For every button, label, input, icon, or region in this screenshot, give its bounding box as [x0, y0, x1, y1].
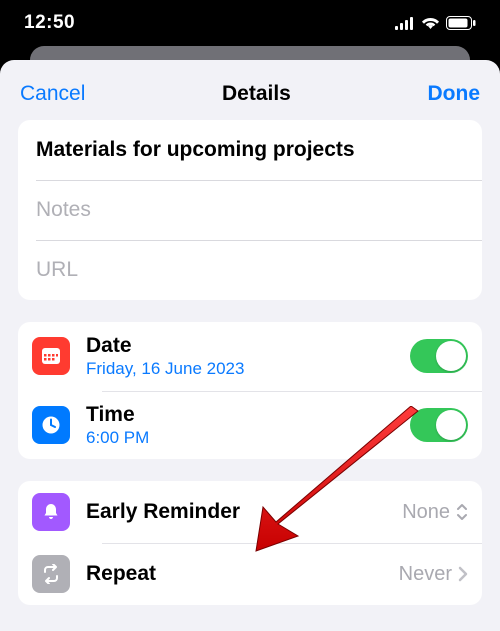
url-field[interactable]: URL — [18, 240, 482, 300]
signal-icon — [395, 17, 415, 30]
text-fields-group: Materials for upcoming projects Notes UR… — [18, 120, 482, 300]
time-row[interactable]: Time 6:00 PM — [18, 391, 482, 460]
repeat-label: Repeat — [86, 562, 399, 586]
options-group: Early Reminder None Repeat Never — [18, 481, 482, 605]
clock-icon — [32, 406, 70, 444]
repeat-row[interactable]: Repeat Never — [18, 543, 482, 605]
repeat-icon — [32, 555, 70, 593]
details-sheet: Cancel Details Done Materials for upcomi… — [0, 60, 500, 631]
date-row[interactable]: Date Friday, 16 June 2023 — [18, 322, 482, 391]
early-reminder-label: Early Reminder — [86, 500, 402, 524]
battery-icon — [446, 16, 476, 30]
time-toggle[interactable] — [410, 408, 468, 442]
status-icons — [395, 16, 476, 30]
early-reminder-value: None — [402, 501, 450, 524]
cancel-button[interactable]: Cancel — [20, 82, 85, 106]
chevron-right-icon — [458, 566, 468, 582]
date-label: Date — [86, 334, 410, 358]
sheet-header: Cancel Details Done — [0, 66, 500, 120]
time-value: 6:00 PM — [86, 428, 410, 448]
status-bar: 12:50 — [0, 0, 500, 46]
bell-icon — [32, 493, 70, 531]
repeat-value: Never — [399, 563, 452, 586]
status-time: 12:50 — [24, 12, 75, 34]
title-field[interactable]: Materials for upcoming projects — [18, 120, 482, 180]
sheet-title: Details — [222, 82, 291, 106]
stepper-icon — [456, 503, 468, 521]
repeat-value-wrap: Never — [399, 563, 468, 586]
datetime-group: Date Friday, 16 June 2023 Time 6:00 PM — [18, 322, 482, 459]
early-reminder-value-wrap: None — [402, 501, 468, 524]
date-toggle[interactable] — [410, 339, 468, 373]
notes-field[interactable]: Notes — [18, 180, 482, 240]
calendar-icon — [32, 337, 70, 375]
early-reminder-row[interactable]: Early Reminder None — [18, 481, 482, 543]
time-label: Time — [86, 403, 410, 427]
wifi-icon — [421, 16, 440, 30]
done-button[interactable]: Done — [428, 82, 481, 106]
date-value: Friday, 16 June 2023 — [86, 359, 410, 379]
